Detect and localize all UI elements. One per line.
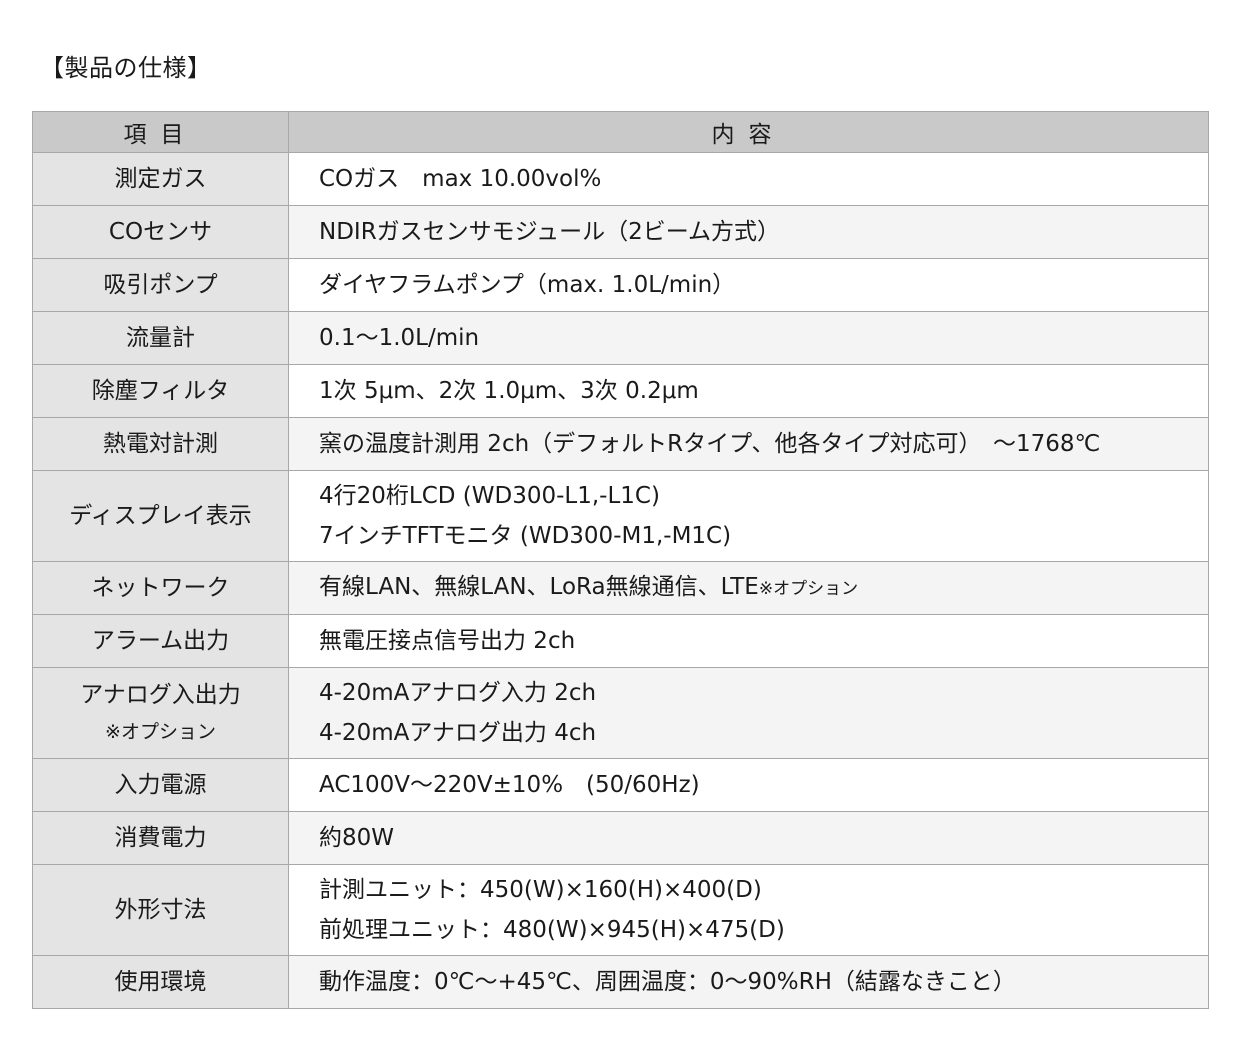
table-row: COセンサ NDIRガスセンサモジュール（2ビーム方式） — [32, 205, 1209, 259]
row-label: ネットワーク — [32, 561, 289, 615]
row-value: COガス max 10.00vol% — [288, 152, 1209, 206]
row-value: 0.1〜1.0L/min — [288, 311, 1209, 365]
page-title: 【製品の仕様】 — [40, 54, 212, 82]
value-line: 無電圧接点信号出力 2ch — [319, 628, 576, 654]
row-label: 測定ガス — [32, 152, 289, 206]
row-value: 動作温度：0℃〜+45℃、周囲温度：0〜90%RH（結露なきこと） — [288, 955, 1209, 1009]
table-row: 熱電対計測 窯の温度計測用 2ch（デフォルトRタイプ、他各タイプ対応可） ～1… — [32, 417, 1209, 471]
value-line: 窯の温度計測用 2ch（デフォルトRタイプ、他各タイプ対応可） ～1768℃ — [319, 431, 1101, 457]
table-row: 外形寸法 計測ユニット：450(W)×160(H)×400(D) 前処理ユニット… — [32, 864, 1209, 956]
table-row: 流量計 0.1〜1.0L/min — [32, 311, 1209, 365]
row-value: 窯の温度計測用 2ch（デフォルトRタイプ、他各タイプ対応可） ～1768℃ — [288, 417, 1209, 471]
header-item: 項目 — [32, 111, 289, 153]
spec-table: 項目 内容 測定ガス COガス max 10.00vol% COセンサ NDIR… — [32, 111, 1209, 1009]
row-label: アナログ入出力 ※オプション — [32, 667, 289, 759]
row-label-note: ※オプション — [105, 721, 216, 743]
table-row: 入力電源 AC100V〜220V±10% (50/60Hz) — [32, 758, 1209, 812]
value-line: 4-20mAアナログ出力 4ch — [319, 720, 597, 746]
row-value: 計測ユニット：450(W)×160(H)×400(D) 前処理ユニット：480(… — [288, 864, 1209, 956]
row-label: ディスプレイ表示 — [32, 470, 289, 562]
row-label: アラーム出力 — [32, 614, 289, 668]
row-value: 4行20桁LCD (WD300-L1,-L1C) 7インチTFTモニタ (WD3… — [288, 470, 1209, 562]
row-label: COセンサ — [32, 205, 289, 259]
table-row: アラーム出力 無電圧接点信号出力 2ch — [32, 614, 1209, 668]
value-line: 1次 5μm、2次 1.0μm、3次 0.2μm — [319, 378, 699, 404]
option-note: ※オプション — [758, 579, 859, 599]
table-row: 測定ガス COガス max 10.00vol% — [32, 152, 1209, 206]
value-line: AC100V〜220V±10% (50/60Hz) — [319, 772, 700, 798]
row-label-text: アナログ入出力 — [80, 682, 241, 708]
value-line: NDIRガスセンサモジュール（2ビーム方式） — [319, 219, 781, 245]
value-text: 有線LAN、無線LAN、LoRa無線通信、LTE — [319, 574, 759, 600]
table-row: 除塵フィルタ 1次 5μm、2次 1.0μm、3次 0.2μm — [32, 364, 1209, 418]
row-value: ダイヤフラムポンプ（max. 1.0L/min） — [288, 258, 1209, 312]
table-row: アナログ入出力 ※オプション 4-20mAアナログ入力 2ch 4-20mAアナ… — [32, 667, 1209, 759]
row-label: 流量計 — [32, 311, 289, 365]
row-value: 約80W — [288, 811, 1209, 865]
row-label: 入力電源 — [32, 758, 289, 812]
row-label: 使用環境 — [32, 955, 289, 1009]
row-label: 吸引ポンプ — [32, 258, 289, 312]
table-row: 消費電力 約80W — [32, 811, 1209, 865]
value-line: 動作温度：0℃〜+45℃、周囲温度：0〜90%RH（結露なきこと） — [319, 969, 1016, 995]
row-label: 消費電力 — [32, 811, 289, 865]
value-line: 4-20mAアナログ入力 2ch — [319, 680, 597, 706]
row-value: AC100V〜220V±10% (50/60Hz) — [288, 758, 1209, 812]
table-row: ディスプレイ表示 4行20桁LCD (WD300-L1,-L1C) 7インチTF… — [32, 470, 1209, 562]
value-line: ダイヤフラムポンプ（max. 1.0L/min） — [319, 272, 736, 298]
value-line: 0.1〜1.0L/min — [319, 325, 480, 351]
row-value: NDIRガスセンサモジュール（2ビーム方式） — [288, 205, 1209, 259]
row-value: 1次 5μm、2次 1.0μm、3次 0.2μm — [288, 364, 1209, 418]
table-row: 使用環境 動作温度：0℃〜+45℃、周囲温度：0〜90%RH（結露なきこと） — [32, 955, 1209, 1009]
row-value: 有線LAN、無線LAN、LoRa無線通信、LTE※オプション — [288, 561, 1209, 615]
table-row: ネットワーク 有線LAN、無線LAN、LoRa無線通信、LTE※オプション — [32, 561, 1209, 615]
table-row: 吸引ポンプ ダイヤフラムポンプ（max. 1.0L/min） — [32, 258, 1209, 312]
value-line: 7インチTFTモニタ (WD300-M1,-M1C) — [319, 523, 732, 549]
value-line: 計測ユニット：450(W)×160(H)×400(D) — [319, 877, 762, 903]
row-label: 外形寸法 — [32, 864, 289, 956]
row-label: 除塵フィルタ — [32, 364, 289, 418]
value-line: 4行20桁LCD (WD300-L1,-L1C) — [319, 483, 660, 509]
row-value: 無電圧接点信号出力 2ch — [288, 614, 1209, 668]
row-label: 熱電対計測 — [32, 417, 289, 471]
header-content: 内容 — [288, 111, 1209, 153]
value-line: 約80W — [319, 825, 395, 851]
table-header-row: 項目 内容 — [32, 111, 1209, 153]
value-line: 前処理ユニット：480(W)×945(H)×475(D) — [319, 917, 785, 943]
row-value: 4-20mAアナログ入力 2ch 4-20mAアナログ出力 4ch — [288, 667, 1209, 759]
value-line: COガス max 10.00vol% — [319, 166, 602, 192]
